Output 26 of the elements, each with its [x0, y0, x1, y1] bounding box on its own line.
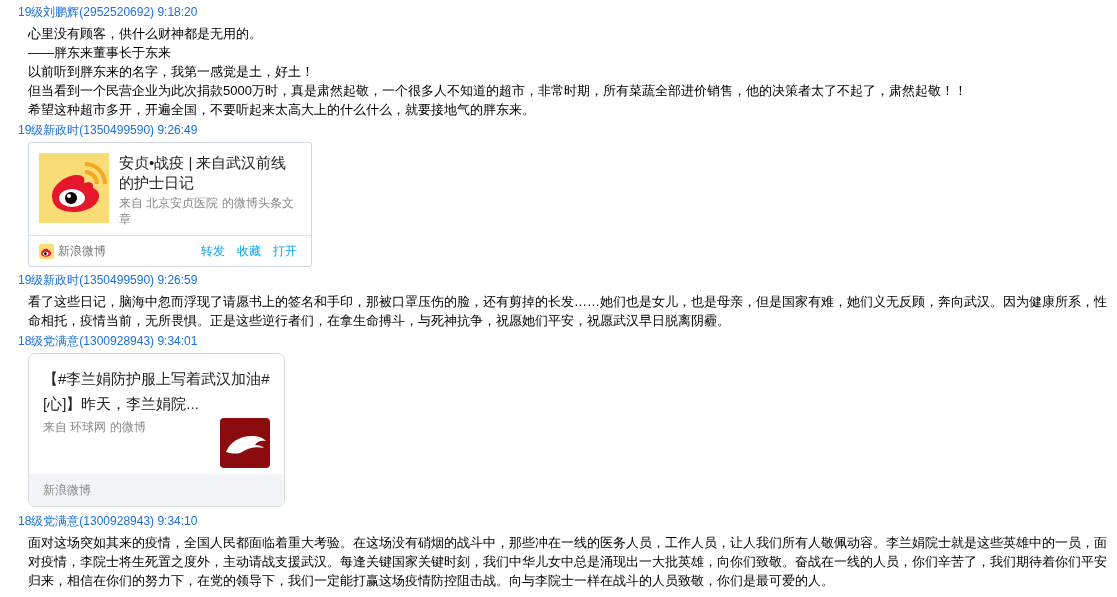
article-source: 来自 北京安贞医院 的微博头条文章 — [119, 195, 295, 227]
sender-header: 18级党满意(1300928943) 9:34:10 — [18, 513, 198, 530]
sender-header: 19级新政时(1350499590) 9:26:49 — [18, 121, 198, 139]
app-name: 新浪微博 — [58, 243, 106, 260]
message-line: 以前听到胖东来的名字，我第一感觉是土，好土！ — [28, 62, 314, 81]
app-name: 新浪微博 — [29, 474, 284, 506]
news-logo-icon — [220, 418, 270, 468]
action-link[interactable]: 转发 — [197, 242, 229, 260]
sender-header: 18级党满意(1300928943) 9:34:01 — [18, 332, 198, 350]
share-source: 来自 环球网 的微博 — [43, 419, 146, 436]
message-line: ——胖东来董事长于东来 — [28, 43, 171, 62]
message-line: 希望这种超市多开，开遍全国，不要听起来太高大上的什么什么，就要接地气的胖东来。 — [28, 100, 535, 119]
sender-header: 19级刘鹏辉(2952520692) 9:18:20 — [18, 4, 198, 21]
share-card[interactable]: 【#李兰娟防护服上写着武汉加油#[心]】昨天，李兰娟院... 来自 环球网 的微博 新浪微博 — [28, 353, 285, 507]
article-card[interactable]: 安贞•战疫 | 来自武汉前线的护士日记 来自 北京安贞医院 的微博头条文章 新浪微博 转发 收藏 打开 — [28, 142, 312, 267]
action-link[interactable]: 收藏 — [233, 242, 265, 260]
share-title: 【#李兰娟防护服上写着武汉加油#[心]】昨天，李兰娟院... — [43, 369, 271, 414]
message-text: 面对这场突如其来的疫情，全国人民都面临着重大考验。在这场没有硝烟的战斗中，那些冲在一线的医务人员，工作人员，让人我们所有人敬佩动容。李兰娟院士就是这些英雄中的一员，面对疫情，李院士将生死置之度外，主动请战支援武汉。每逢关键国家关键时刻，我们中华儿女中总是涌现出一大批英雄，向你们致敬。奋战在一线的人员，你们辛苦了，我们期待着你们平安归来，相信在你们的努力下，在党的领导下，我们一定能打赢这场疫情防控阻击战。向与李院士一样在战斗的人员致敬，你们是最可爱的人。 — [28, 533, 1108, 590]
message-line: 心里没有顾客，供什么财神都是无用的。 — [28, 24, 262, 43]
message-line: 但当看到一个民营企业为此次捐款5000万时，真是肃然起敬，一个很多人不知道的超市，非常时期，所有菜蔬全部进价销售，他的决策者太了不起了，肃然起敬！！ — [28, 81, 967, 100]
weibo-logo-icon — [39, 243, 54, 259]
action-link[interactable]: 打开 — [269, 242, 301, 260]
weibo-logo-icon — [39, 153, 109, 223]
sender-header: 19级新政时(1350499590) 9:26:59 — [18, 272, 198, 289]
message-text: 看了这些日记，脑海中忽而浮现了请愿书上的签名和手印，那被口罩压伤的脸，还有剪掉的长发……她们也是女儿，也是母亲，但是国家有难，她们义无反顾，奔向武汉。因为健康所系，性命相托，疫情当前，无所畏惧。正是这些逆行者们，在拿生命搏斗，与死神抗争，祝愿她们平安，祝愿武汉早日脱离阴霾。 — [28, 292, 1108, 330]
article-title: 安贞•战疫 | 来自武汉前线的护士日记 — [119, 153, 288, 193]
